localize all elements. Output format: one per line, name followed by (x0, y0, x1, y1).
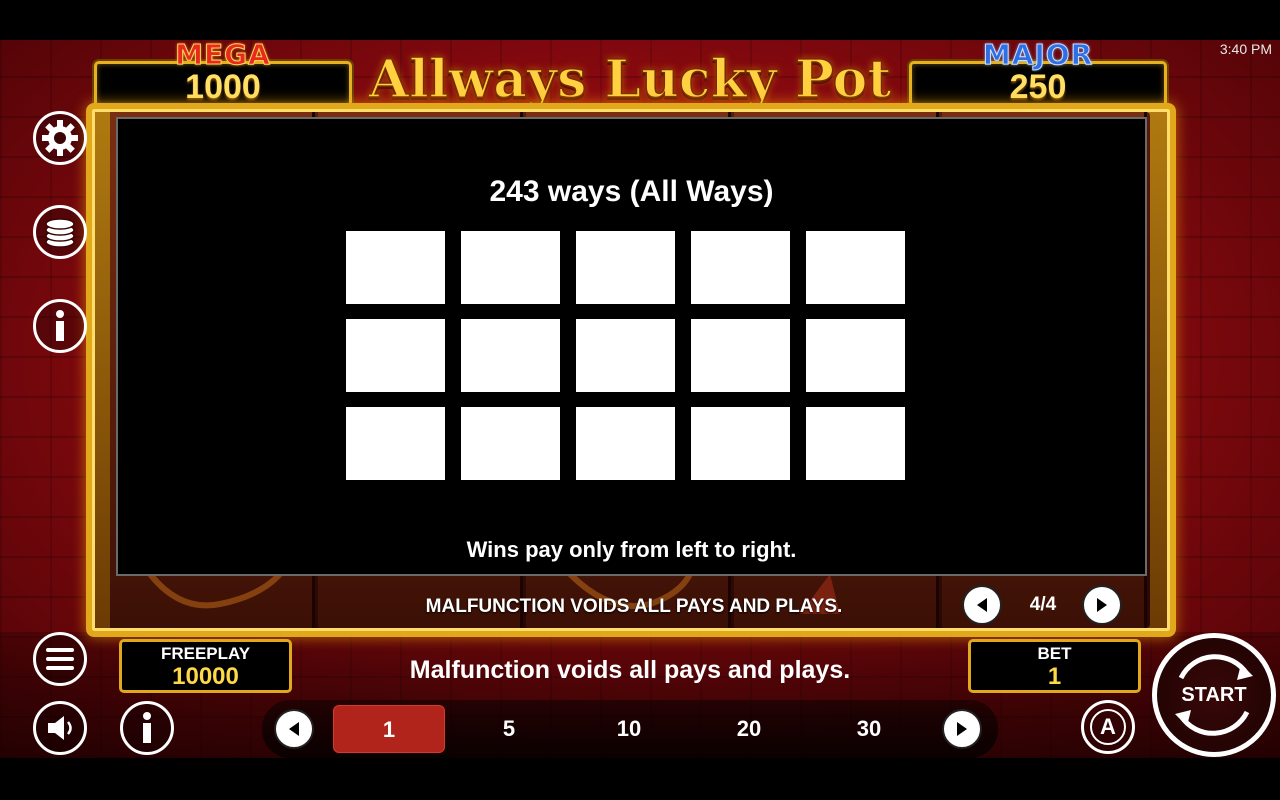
bet-option-5[interactable]: 5 (453, 705, 565, 753)
grid-cell (461, 407, 560, 480)
bet-label: BET (1037, 644, 1072, 663)
major-jackpot-value: 250 (1009, 68, 1067, 106)
mega-jackpot-label: MEGA (175, 38, 271, 72)
grid-cell (691, 231, 790, 304)
mega-jackpot-value: 1000 (185, 68, 261, 106)
triangle-left-icon (289, 722, 299, 736)
start-label: START (1181, 683, 1247, 706)
grid-cell (691, 407, 790, 480)
game-title: Allways Lucky Pot (368, 49, 892, 111)
reel-symbol-icon (147, 574, 283, 609)
paytable-info-dialog: 243 ways (All Ways) Wins pay only from l… (116, 117, 1147, 576)
grid-cell (576, 319, 675, 392)
triangle-right-icon (957, 722, 967, 736)
bet-option-1[interactable]: 1 (333, 705, 445, 753)
grid-cell (691, 319, 790, 392)
frame-malfunction-notice: MALFUNCTION VOIDS ALL PAYS AND PLAYS. (425, 596, 843, 617)
grid-cell (576, 407, 675, 480)
menu-icon (46, 648, 74, 670)
bet-option-10[interactable]: 10 (573, 705, 685, 753)
grid-cell (346, 407, 445, 480)
coins-icon (45, 218, 75, 248)
major-jackpot-panel: MAJOR 250 (909, 38, 1167, 107)
bet-option-30[interactable]: 30 (813, 705, 925, 753)
freeplay-label: FREEPLAY (160, 644, 251, 663)
coins-button[interactable] (33, 205, 87, 259)
page-indicator: 4/4 (1029, 594, 1057, 615)
grid-cell (461, 231, 560, 304)
info-button[interactable] (33, 299, 87, 353)
freeplay-panel: FREEPLAY 10000 (119, 639, 292, 693)
autoplay-button[interactable]: A (1081, 700, 1135, 754)
bottom-malfunction-notice: Malfunction voids all pays and plays. (409, 656, 851, 684)
grid-cell (346, 231, 445, 304)
grid-cell (806, 319, 905, 392)
sound-button[interactable] (33, 701, 87, 755)
info-note: Wins pay only from left to right. (466, 537, 797, 562)
bet-value: 1 (1047, 663, 1062, 690)
grid-cell (461, 319, 560, 392)
status-time: 3:40 PM (1219, 41, 1272, 57)
gear-icon (42, 120, 78, 156)
grid-cell (576, 231, 675, 304)
bet-option-20[interactable]: 20 (693, 705, 805, 753)
grid-cell (806, 407, 905, 480)
triangle-left-icon (977, 598, 987, 612)
next-page-button[interactable] (1082, 585, 1122, 625)
bet-panel: BET 1 (968, 639, 1141, 693)
autoplay-icon: A (1090, 709, 1126, 745)
info-icon (56, 310, 64, 341)
info-icon (143, 712, 151, 743)
mega-jackpot-panel: MEGA 1000 (94, 38, 352, 107)
info-pagination: 4/4 (962, 585, 1124, 625)
grid-cell (806, 231, 905, 304)
bet-prev-button[interactable] (274, 709, 314, 749)
game-info-button[interactable] (120, 701, 174, 755)
menu-button[interactable] (33, 632, 87, 686)
ways-grid (346, 231, 906, 481)
freeplay-value: 10000 (172, 663, 239, 690)
settings-button[interactable] (33, 111, 87, 165)
start-button[interactable]: START (1152, 633, 1276, 757)
triangle-right-icon (1097, 598, 1107, 612)
autoplay-label: A (1100, 714, 1116, 739)
grid-cell (346, 319, 445, 392)
info-title: 243 ways (All Ways) (489, 175, 774, 208)
major-jackpot-label: MAJOR (982, 38, 1094, 72)
bet-next-button[interactable] (942, 709, 982, 749)
prev-page-button[interactable] (962, 585, 1002, 625)
speaker-icon (48, 716, 72, 740)
